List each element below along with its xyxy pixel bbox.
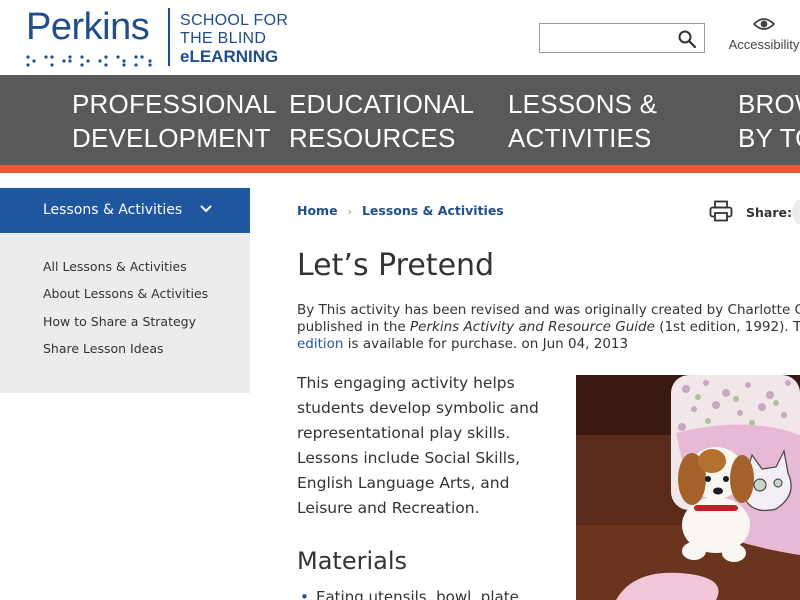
sidebar-item-about-lessons[interactable]: About Lessons & Activities xyxy=(43,286,208,313)
main-nav: PROFESSIONAL DEVELOPMENT EDUCATIONAL RES… xyxy=(0,75,800,165)
byline-edition-link[interactable]: edition xyxy=(297,336,344,352)
sidebar-heading: Lessons & Activities xyxy=(43,202,183,218)
share-label: Share: xyxy=(746,205,792,220)
nav-item-line2: RESOURCES xyxy=(289,123,456,153)
nav-lessons-activities[interactable]: LESSONS & ACTIVITIES xyxy=(508,87,658,155)
share-button[interactable] xyxy=(792,197,800,227)
nav-accent-stripe xyxy=(0,165,800,173)
chevron-down-icon xyxy=(200,205,212,213)
nav-item-line1: EDUCATIONAL xyxy=(289,89,475,119)
sidebar-item-share-ideas[interactable]: Share Lesson Ideas xyxy=(43,341,208,368)
braille-dots-icon xyxy=(26,55,152,67)
article-photo xyxy=(576,375,800,600)
photo-plush-dog-image xyxy=(576,375,800,600)
sidebar: Lessons & Activities All Lessons & Activ… xyxy=(0,188,250,393)
article-intro: This engaging activity helps students de… xyxy=(297,374,539,517)
nav-professional-development[interactable]: PROFESSIONAL DEVELOPMENT xyxy=(72,87,277,155)
nav-item-line1: BROWSE xyxy=(738,89,800,119)
logo-divider xyxy=(168,8,170,66)
logo-line-3: eLEARNING xyxy=(180,47,279,66)
page-title: Let’s Pretend xyxy=(297,248,495,283)
accessibility-label: Accessibility xyxy=(728,37,800,52)
nav-item-line2: DEVELOPMENT xyxy=(72,123,271,153)
logo-subtitle: SCHOOL FOR THE BLIND eLEARNING xyxy=(180,12,288,66)
nav-item-line2: ACTIVITIES xyxy=(508,123,652,153)
search-box xyxy=(539,23,705,53)
breadcrumb-section[interactable]: Lessons & Activities xyxy=(362,203,504,218)
accessibility-button[interactable]: Accessibility xyxy=(728,16,800,53)
materials-list-item: Eating utensils, bowl, plate xyxy=(300,588,519,600)
nav-browse-by-topic[interactable]: BROWSE BY TOPIC xyxy=(738,87,800,155)
logo-line-2: THE BLIND xyxy=(180,30,267,47)
byline-after: (1st edition, 1992). The 2nd xyxy=(659,319,800,335)
print-icon[interactable] xyxy=(709,200,733,222)
nav-item-line1: LESSONS & xyxy=(508,89,658,119)
nav-educational-resources[interactable]: EDUCATIONAL RESOURCES xyxy=(289,87,475,155)
breadcrumb-chevron-icon: › xyxy=(347,205,352,218)
perkins-logo[interactable]: Perkins xyxy=(26,6,150,49)
byline-mid: published in the xyxy=(297,319,410,335)
search-input[interactable] xyxy=(540,24,670,52)
materials-list: Eating utensils, bowl, plate xyxy=(300,588,519,600)
search-icon[interactable] xyxy=(677,29,697,49)
sidebar-heading-button[interactable]: Lessons & Activities xyxy=(0,188,250,233)
byline-end: is available for purchase. on Jun 04, 20… xyxy=(343,336,629,352)
materials-heading: Materials xyxy=(297,547,408,575)
byline-book-title: Perkins Activity and Resource Guide xyxy=(410,319,655,335)
logo-line-1: SCHOOL FOR xyxy=(180,12,289,29)
breadcrumb-home[interactable]: Home xyxy=(297,203,338,218)
eye-icon xyxy=(753,18,775,30)
sidebar-list: All Lessons & Activities About Lessons &… xyxy=(43,259,208,368)
sidebar-item-all-lessons[interactable]: All Lessons & Activities xyxy=(43,259,208,286)
site-header: Perkins SCHOOL FOR THE BLIND eLEARNING A… xyxy=(0,0,800,75)
nav-item-line1: PROFESSIONAL xyxy=(72,89,277,119)
sidebar-item-how-to-share[interactable]: How to Share a Strategy xyxy=(43,314,208,341)
byline-prefix: By This activity has been revised and wa… xyxy=(297,302,800,318)
nav-item-line2: BY TOPIC xyxy=(738,123,800,153)
article-byline: By This activity has been revised and wa… xyxy=(297,302,800,353)
breadcrumb: Home › Lessons & Activities xyxy=(297,203,504,218)
